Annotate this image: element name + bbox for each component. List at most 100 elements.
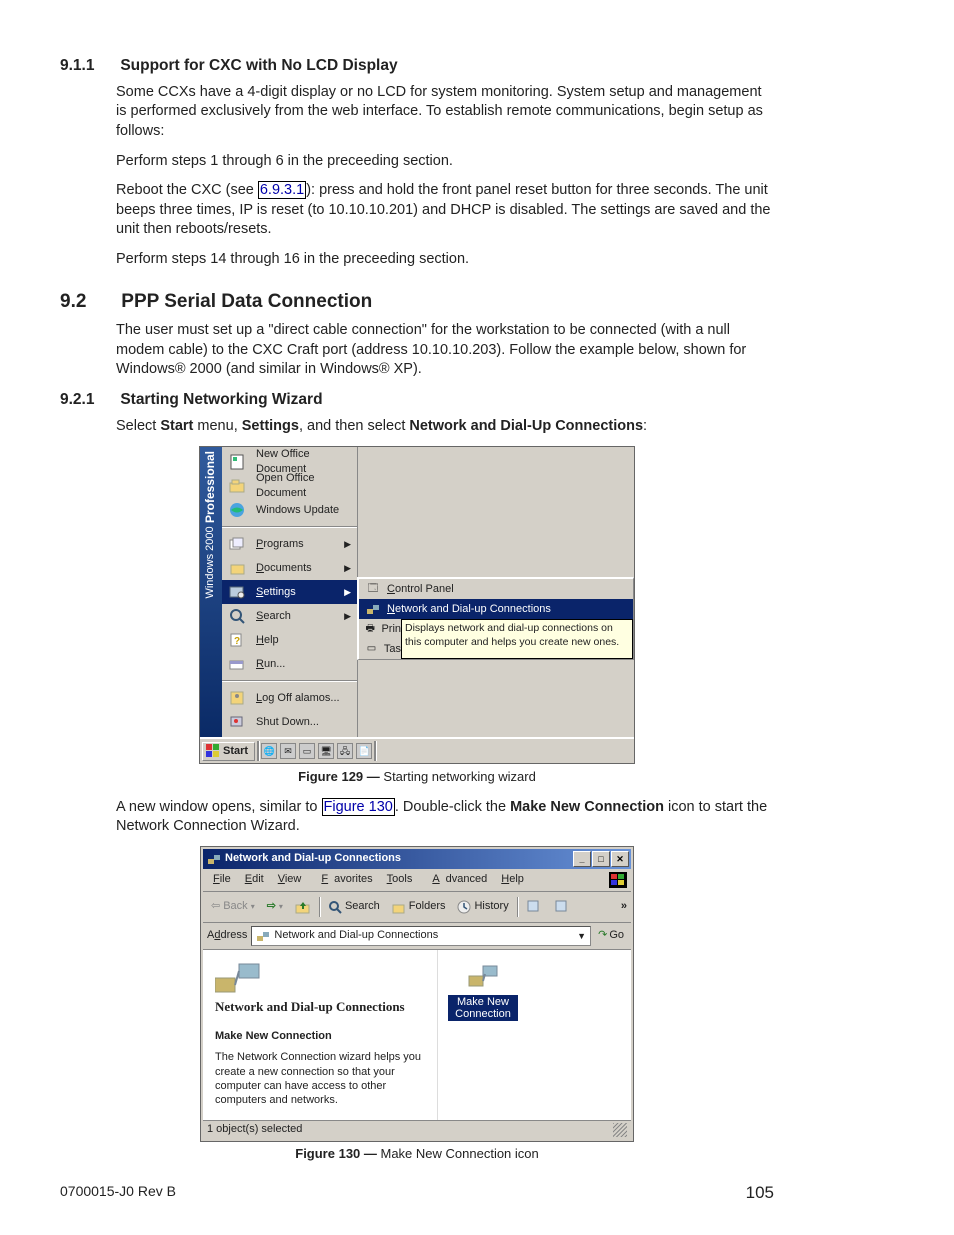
network-folder-icon	[256, 929, 270, 943]
minimize-button[interactable]: _	[573, 851, 591, 867]
paragraph: A new window opens, similar to Figure 13…	[116, 798, 774, 837]
taskbar: Start 🌐 ✉ ▭ 🖥 🖧 📄	[200, 737, 634, 763]
section-number: 9.2	[60, 289, 116, 315]
section-9-1-1-heading: 9.1.1 Support for CXC with No LCD Displa…	[60, 56, 774, 77]
menu-item-logoff[interactable]: Log Off alamos...	[222, 686, 357, 710]
page-number: 105	[746, 1182, 774, 1205]
search-icon	[226, 607, 248, 625]
menu-file[interactable]: File	[207, 871, 237, 888]
menu-item-programs[interactable]: Programs▶	[222, 532, 357, 556]
arrow-right-icon: ⇨	[267, 899, 276, 914]
chevron-right-icon: ▶	[344, 538, 351, 550]
paragraph: The user must set up a "direct cable con…	[116, 321, 774, 380]
chevron-right-icon: ▶	[344, 586, 351, 598]
address-bar: Address Network and Dial-up Connections …	[203, 923, 631, 950]
taskbar-icon: ▭	[365, 641, 378, 657]
shutdown-icon	[226, 713, 248, 731]
search-button[interactable]: Search	[324, 898, 384, 915]
toolbar: ⇦Back ▾ ⇨ ▾ Search Folders History »	[203, 892, 631, 923]
screenshot-explorer-window: Network and Dial-up Connections _ □ ✕ Fi…	[201, 847, 633, 1141]
info-pane-heading: Make New Connection	[215, 1029, 425, 1044]
start-button[interactable]: Start	[202, 742, 255, 761]
dropdown-icon[interactable]: ▼	[577, 930, 586, 942]
icon-label: Make New Connection	[448, 995, 518, 1021]
submenu-item-printers[interactable]: 🖶Prin	[359, 619, 401, 639]
search-icon	[328, 900, 342, 914]
toolbar-button[interactable]	[522, 898, 546, 916]
up-button[interactable]	[291, 898, 315, 916]
section-number: 9.1.1	[60, 56, 116, 77]
folders-button[interactable]: Folders	[388, 898, 450, 915]
footer-docid: 0700015-J0 Rev B	[60, 1182, 176, 1205]
windows-flag-icon	[609, 872, 627, 888]
tray-icon[interactable]: 🖥	[318, 743, 334, 759]
paragraph: Perform steps 1 through 6 in the preceed…	[116, 152, 774, 172]
figure-caption-129: Figure 129 — Starting networking wizard	[60, 768, 774, 786]
menu-item-windows-update[interactable]: Windows Update	[222, 498, 357, 522]
windows-logo-icon	[206, 744, 220, 758]
menu-item-documents[interactable]: Documents▶	[222, 556, 357, 580]
menu-view[interactable]: View	[272, 871, 308, 888]
section-number: 9.2.1	[60, 390, 116, 411]
menu-item-search[interactable]: Search▶	[222, 604, 357, 628]
tray-icon[interactable]: 📄	[356, 743, 372, 759]
paragraph: Perform steps 14 through 16 in the prece…	[116, 250, 774, 270]
network-dialup-big-icon	[215, 960, 255, 994]
menu-favorites[interactable]: Favorites	[309, 871, 378, 888]
submenu-item-taskbar[interactable]: ▭Tas	[359, 639, 401, 659]
menubar: File Edit View Favorites Tools Advanced …	[203, 869, 631, 892]
programs-icon	[226, 535, 248, 553]
printer-icon: 🖶	[365, 621, 375, 637]
go-button[interactable]: ↷Go	[595, 928, 627, 943]
menu-advanced[interactable]: Advanced	[420, 871, 493, 888]
submenu-item-network-dialup[interactable]: Network and Dial-up Connections	[359, 599, 633, 619]
arrow-left-icon: ⇦	[211, 899, 220, 914]
tray-icon[interactable]: ▭	[299, 743, 315, 759]
folders-icon	[392, 900, 406, 914]
info-pane-title: Network and Dial-up Connections	[215, 998, 425, 1016]
make-new-connection-icon[interactable]: Make New Connection	[448, 960, 518, 1022]
toolbar-overflow[interactable]: »	[621, 899, 627, 914]
settings-icon	[226, 583, 248, 601]
back-button[interactable]: ⇦Back ▾	[207, 898, 259, 915]
tooltip: Displays network and dial-up connections…	[401, 619, 633, 659]
folder-up-icon	[295, 899, 311, 915]
close-button[interactable]: ✕	[611, 851, 629, 867]
window-titlebar: Network and Dial-up Connections _ □ ✕	[203, 849, 631, 869]
crossref-link[interactable]: Figure 130	[322, 798, 395, 816]
chevron-right-icon: ▶	[344, 610, 351, 622]
help-icon: ?	[226, 631, 248, 649]
go-icon: ↷	[598, 928, 607, 943]
info-pane: Network and Dial-up Connections Make New…	[203, 950, 438, 1120]
menu-help[interactable]: Help	[495, 871, 530, 888]
forward-button[interactable]: ⇨ ▾	[263, 898, 287, 915]
menu-item-shutdown[interactable]: Shut Down...	[222, 710, 357, 734]
history-button[interactable]: History	[453, 898, 512, 915]
crossref-link[interactable]: 6.9.3.1	[258, 181, 306, 199]
menu-item-run[interactable]: Run...	[222, 652, 357, 676]
address-field[interactable]: Network and Dial-up Connections ▼	[251, 926, 591, 946]
paragraph: Some CCXs have a 4-digit display or no L…	[116, 83, 774, 142]
document-icon	[226, 453, 248, 471]
info-pane-description: The Network Connection wizard helps you …	[215, 1050, 425, 1107]
tray-icon[interactable]: 🌐	[261, 743, 277, 759]
menu-tools[interactable]: Tools	[381, 871, 419, 888]
tray-icon[interactable]: 🖧	[337, 743, 353, 759]
resize-grip[interactable]	[613, 1123, 627, 1137]
submenu-item-control-panel[interactable]: 🗔Control Panel	[359, 579, 633, 599]
documents-icon	[226, 559, 248, 577]
address-label: Address	[207, 928, 247, 943]
section-title: Support for CXC with No LCD Display	[120, 57, 397, 74]
maximize-button[interactable]: □	[592, 851, 610, 867]
menu-item-help[interactable]: ?Help	[222, 628, 357, 652]
page-footer: 0700015-J0 Rev B 105	[60, 1182, 774, 1205]
globe-icon	[226, 501, 248, 519]
menu-item-open-office-doc[interactable]: Open Office Document	[222, 474, 357, 498]
chevron-right-icon: ▶	[344, 562, 351, 574]
control-panel-icon: 🗔	[365, 581, 381, 597]
menu-edit[interactable]: Edit	[239, 871, 270, 888]
menu-item-settings[interactable]: Settings▶	[222, 580, 357, 604]
logoff-icon	[226, 689, 248, 707]
toolbar-button[interactable]	[550, 898, 574, 916]
tray-icon[interactable]: ✉	[280, 743, 296, 759]
